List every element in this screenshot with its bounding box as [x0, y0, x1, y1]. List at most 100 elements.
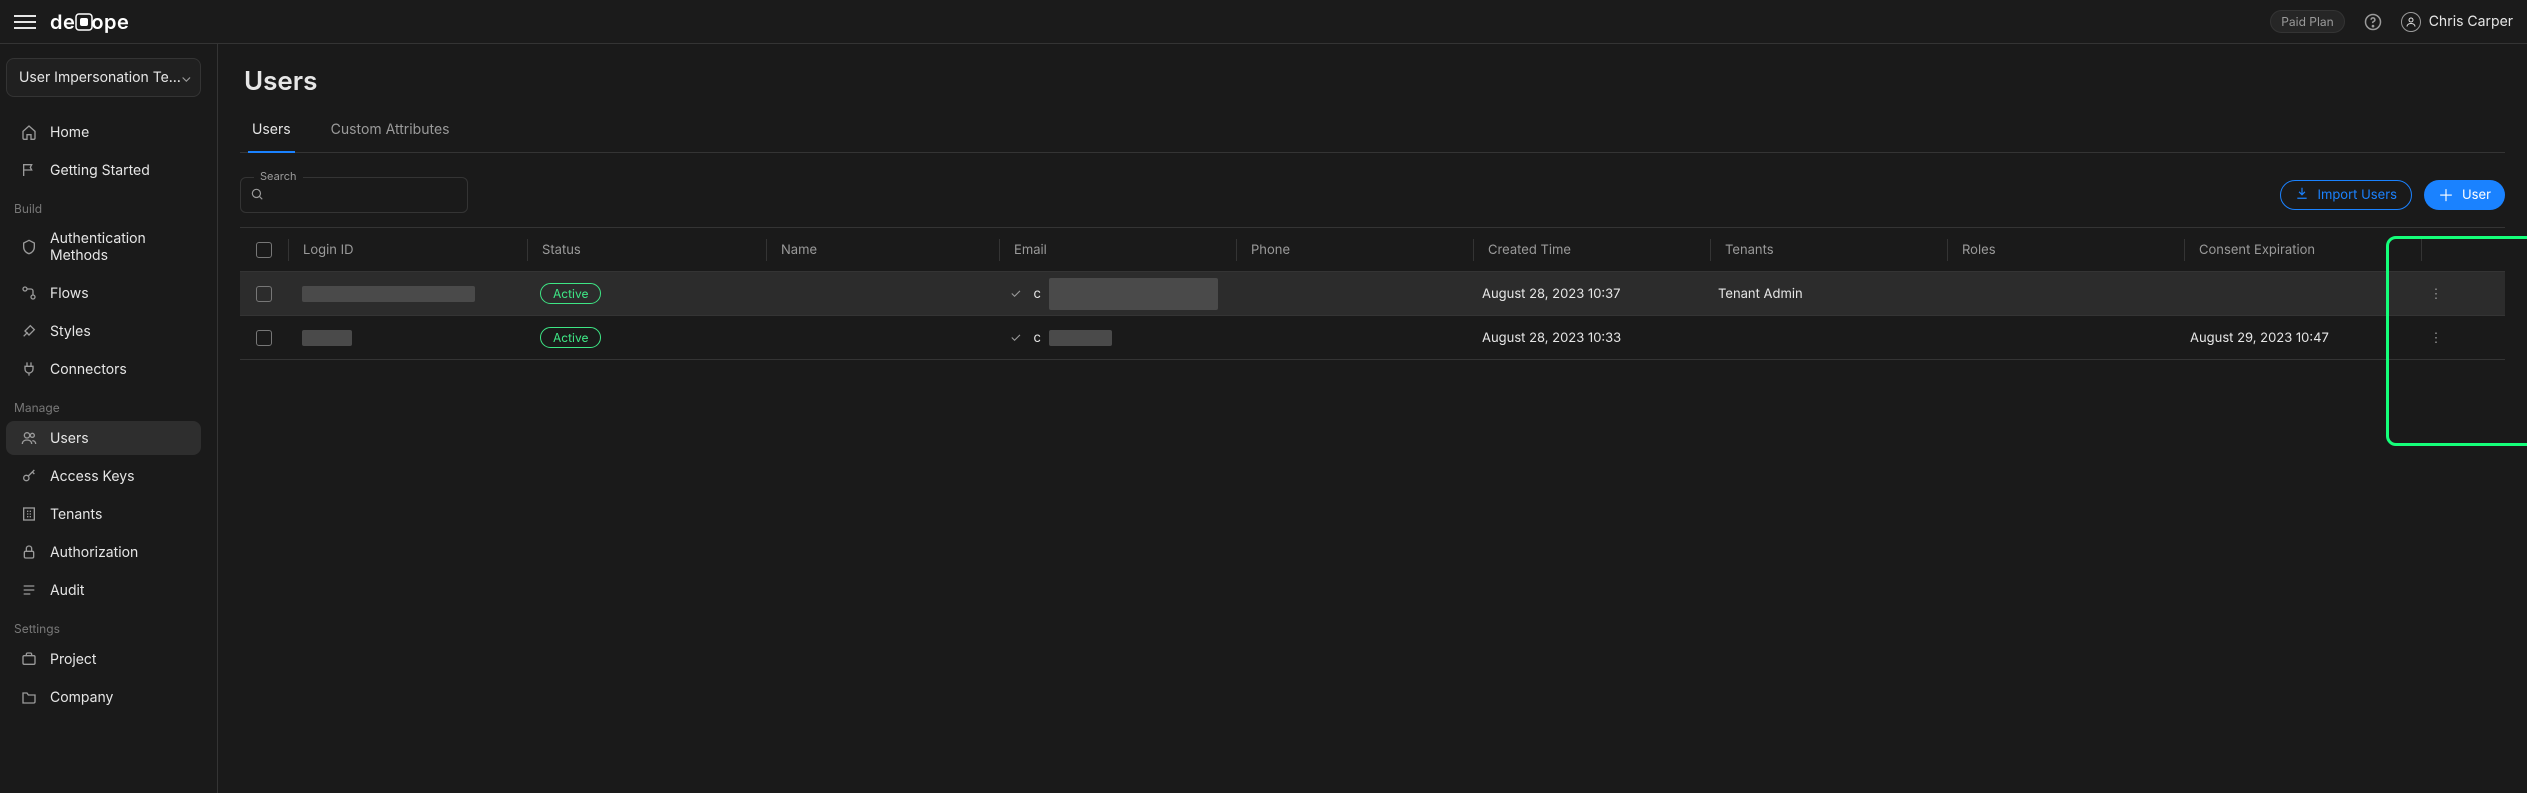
avatar-icon — [2401, 12, 2421, 32]
search-icon — [250, 185, 264, 205]
nav-getting-started[interactable]: Getting Started — [6, 153, 201, 187]
lock-icon — [20, 543, 38, 561]
add-user-button[interactable]: ＋ User — [2424, 180, 2505, 210]
folder-icon — [20, 688, 38, 706]
col-status[interactable]: Status — [528, 242, 766, 258]
nav-tenants[interactable]: Tenants — [6, 497, 201, 531]
nav-label: Getting Started — [50, 162, 150, 179]
flow-icon — [20, 284, 38, 302]
page-title: Users — [244, 66, 2505, 97]
cell-login-id: ████ ██████ ████████ — [302, 286, 475, 302]
nav-label: Flows — [50, 285, 89, 302]
button-label: User — [2462, 187, 2491, 203]
col-consent[interactable]: Consent Expiration — [2185, 242, 2421, 258]
plus-icon: ＋ — [2438, 187, 2454, 203]
sidebar: User Impersonation Te… ⌄ Home Getting St… — [0, 44, 218, 793]
nav-users[interactable]: Users — [6, 421, 201, 455]
brush-icon — [20, 322, 38, 340]
check-icon: ✓ — [1010, 286, 1022, 302]
plan-badge[interactable]: Paid Plan — [2270, 10, 2344, 33]
users-table: Login ID Status Name Email Phone Created… — [240, 227, 2505, 360]
email-redacted: ██ ██ ██ — [1049, 330, 1112, 346]
nav-access-keys[interactable]: Access Keys — [6, 459, 201, 493]
cell-tenants: Tenant Admin — [1704, 286, 1940, 302]
toolbar: Search Import Users ＋ User — [240, 177, 2505, 213]
row-actions-icon[interactable]: ⋮ — [2430, 286, 2443, 302]
logo-mark-icon — [75, 12, 93, 36]
table-header: Login ID Status Name Email Phone Created… — [240, 228, 2505, 272]
main-content: Users Users Custom Attributes Search Imp… — [218, 44, 2527, 793]
project-selector[interactable]: User Impersonation Te… ⌄ — [6, 58, 201, 97]
project-name: User Impersonation Te… — [19, 69, 181, 86]
cell-created: August 28, 2023 10:37 — [1468, 286, 1704, 302]
import-users-button[interactable]: Import Users — [2280, 180, 2412, 210]
help-icon[interactable] — [2363, 12, 2383, 32]
user-name: Chris Carper — [2429, 13, 2513, 30]
row-checkbox[interactable] — [256, 286, 272, 302]
menu-toggle-icon[interactable] — [14, 11, 36, 33]
email-prefix: c — [1034, 286, 1041, 302]
col-login-id[interactable]: Login ID — [289, 242, 527, 258]
email-prefix: c — [1034, 330, 1041, 346]
nav-project[interactable]: Project — [6, 642, 201, 676]
cell-email: ✓ c████ ███ █████ ████████ — [996, 278, 1232, 310]
nav-home[interactable]: Home — [6, 115, 201, 149]
section-label-build: Build — [0, 189, 207, 220]
download-icon — [2295, 186, 2309, 204]
status-badge: Active — [540, 327, 601, 348]
col-phone[interactable]: Phone — [1237, 242, 1473, 258]
logo: de ope — [50, 10, 129, 34]
row-checkbox[interactable] — [256, 330, 272, 346]
select-all-checkbox[interactable] — [256, 242, 272, 258]
plug-icon — [20, 360, 38, 378]
home-icon — [20, 123, 38, 141]
nav-connectors[interactable]: Connectors — [6, 352, 201, 386]
col-created[interactable]: Created Time — [1474, 242, 1710, 258]
table-row[interactable]: ███ ██ Active ✓ c ██ ██ ██ August 28, 202… — [240, 316, 2505, 360]
nav-flows[interactable]: Flows — [6, 276, 201, 310]
cell-email: ✓ c ██ ██ ██ — [996, 330, 1232, 346]
top-bar: de ope Paid Plan Chris Carper — [0, 0, 2527, 44]
col-tenants[interactable]: Tenants — [1711, 242, 1947, 258]
table-row[interactable]: ████ ██████ ████████ Active ✓ c████ ███ … — [240, 272, 2505, 316]
section-label-settings: Settings — [0, 609, 207, 640]
tab-custom-attributes[interactable]: Custom Attributes — [327, 109, 454, 152]
list-icon — [20, 581, 38, 599]
briefcase-icon — [20, 650, 38, 668]
tabstrip: Users Custom Attributes — [240, 109, 2505, 153]
nav-label: Connectors — [50, 361, 127, 378]
cell-login-id: ███ ██ — [302, 330, 352, 346]
nav-audit[interactable]: Audit — [6, 573, 201, 607]
section-label-manage: Manage — [0, 388, 207, 419]
row-actions-icon[interactable]: ⋮ — [2430, 330, 2443, 346]
col-name[interactable]: Name — [767, 242, 999, 258]
nav-label: Home — [50, 124, 89, 141]
nav-authorization[interactable]: Authorization — [6, 535, 201, 569]
button-label: Import Users — [2317, 187, 2397, 203]
nav-label: Company — [50, 689, 113, 706]
nav-label: Project — [50, 651, 97, 668]
nav-label: Users — [50, 430, 89, 447]
building-icon — [20, 505, 38, 523]
nav-label: Tenants — [50, 506, 102, 523]
nav-label: Access Keys — [50, 468, 135, 485]
chevron-down-icon: ⌄ — [181, 69, 192, 86]
tab-users[interactable]: Users — [248, 109, 295, 152]
nav-label: Authentication Methods — [50, 230, 187, 264]
nav-auth-methods[interactable]: Authentication Methods — [6, 222, 201, 272]
key-icon — [20, 467, 38, 485]
shield-icon — [20, 238, 38, 256]
col-email[interactable]: Email — [1000, 242, 1236, 258]
search-label: Search — [254, 169, 303, 183]
status-badge: Active — [540, 283, 601, 304]
cell-created: August 28, 2023 10:33 — [1468, 330, 1704, 346]
nav-label: Audit — [50, 582, 84, 599]
col-roles[interactable]: Roles — [1948, 242, 2184, 258]
nav-label: Styles — [50, 323, 91, 340]
nav-styles[interactable]: Styles — [6, 314, 201, 348]
check-icon: ✓ — [1010, 330, 1022, 346]
nav-company[interactable]: Company — [6, 680, 201, 714]
user-menu[interactable]: Chris Carper — [2401, 12, 2513, 32]
cell-consent: August 29, 2023 10:47 — [2176, 330, 2412, 346]
flag-icon — [20, 161, 38, 179]
